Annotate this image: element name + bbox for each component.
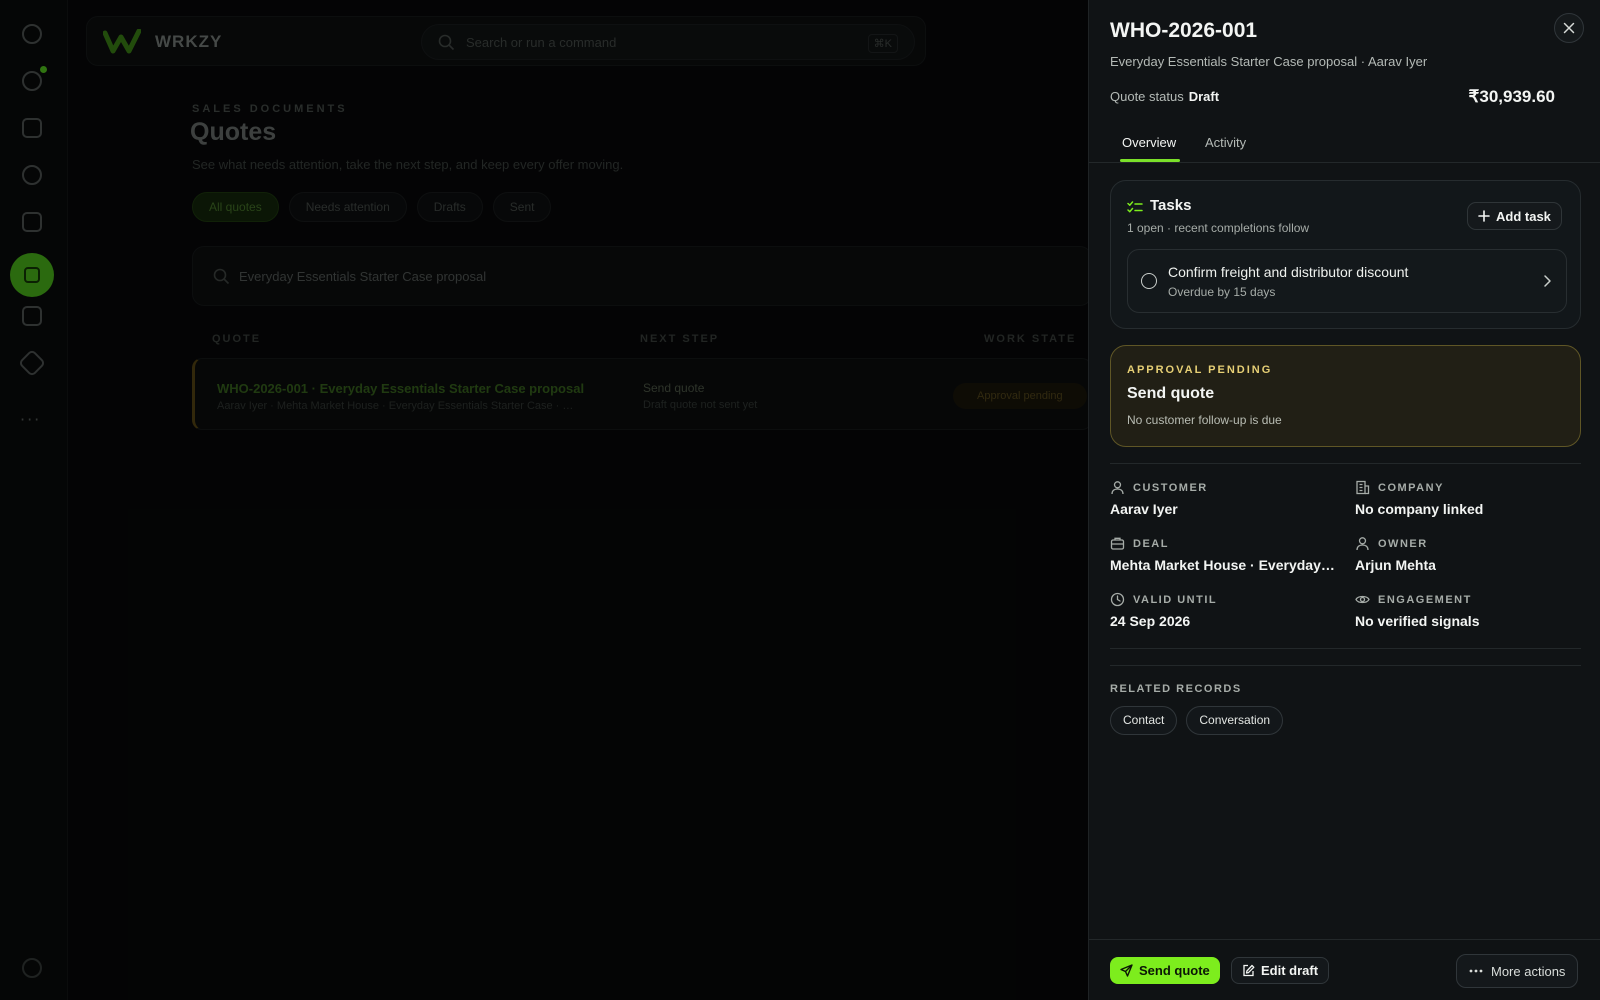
- related-records-label: RELATED RECORDS: [1110, 683, 1242, 695]
- divider: [1110, 463, 1581, 464]
- valid-until-label: VALID UNTIL: [1133, 593, 1218, 606]
- modal-scrim[interactable]: [0, 0, 1088, 1000]
- drawer-footer: Send quote Edit draft More actions: [1089, 939, 1600, 1000]
- company-value: No company linked: [1355, 501, 1484, 517]
- field-deal: DEAL Mehta Market House · Everyday Essen…: [1110, 536, 1340, 574]
- engagement-value: No verified signals: [1355, 613, 1480, 629]
- edit-draft-button[interactable]: Edit draft: [1231, 957, 1330, 984]
- approval-eyebrow: APPROVAL PENDING: [1127, 364, 1273, 376]
- person-icon: [1111, 481, 1124, 495]
- owner-value: Arjun Mehta: [1355, 557, 1436, 573]
- owner-label: OWNER: [1378, 537, 1428, 550]
- status-value: Draft: [1188, 89, 1220, 104]
- related-conversation-chip[interactable]: Conversation: [1186, 706, 1284, 735]
- add-task-button[interactable]: Add task: [1467, 202, 1562, 230]
- divider: [1110, 665, 1581, 666]
- task-title: Confirm freight and distributor discount: [1168, 264, 1409, 280]
- task-due: Overdue by 15 days: [1168, 285, 1276, 299]
- checklist-icon: [1127, 201, 1143, 213]
- deal-label: DEAL: [1133, 537, 1169, 550]
- tasks-title: Tasks: [1150, 197, 1192, 214]
- divider: [1110, 648, 1581, 649]
- drawer-tabs: Overview Activity: [1089, 126, 1600, 163]
- more-actions-button[interactable]: More actions: [1456, 954, 1579, 988]
- plus-icon: [1478, 210, 1490, 222]
- clock-icon: [1110, 592, 1125, 607]
- quote-amount: ₹30,939.60: [1468, 87, 1555, 106]
- ellipsis-icon: [1469, 969, 1483, 973]
- field-customer: CUSTOMER Aarav Iyer: [1110, 480, 1340, 517]
- edit-icon: [1243, 964, 1255, 977]
- deal-value[interactable]: Mehta Market House · Everyday Essentials…: [1110, 557, 1335, 573]
- customer-label: CUSTOMER: [1133, 481, 1208, 494]
- send-icon: [1120, 964, 1133, 977]
- task-item[interactable]: Confirm freight and distributor discount…: [1127, 249, 1567, 313]
- field-valid-until: VALID UNTIL 24 Sep 2026: [1110, 592, 1340, 629]
- related-records: Contact Conversation: [1110, 706, 1284, 735]
- active-tab-indicator: [1120, 159, 1180, 162]
- field-company: COMPANY No company linked: [1355, 480, 1585, 517]
- field-owner: OWNER Arjun Mehta: [1355, 536, 1585, 573]
- add-task-label: Add task: [1496, 208, 1551, 224]
- quote-status: Quote status Draft: [1110, 89, 1219, 104]
- approval-card: APPROVAL PENDING Send quote No customer …: [1110, 345, 1581, 447]
- building-icon: [1356, 480, 1370, 495]
- eye-icon: [1355, 595, 1370, 604]
- engagement-label: ENGAGEMENT: [1378, 593, 1472, 606]
- approval-detail: No customer follow-up is due: [1127, 413, 1282, 427]
- close-icon: [1563, 22, 1575, 34]
- status-label: Quote status: [1110, 89, 1184, 104]
- quote-detail-drawer: WHO-2026-001 Everyday Essentials Starter…: [1088, 0, 1600, 1000]
- customer-value[interactable]: Aarav Iyer: [1110, 501, 1335, 517]
- briefcase-icon: [1110, 537, 1125, 550]
- edit-draft-label: Edit draft: [1261, 963, 1319, 978]
- tasks-summary: 1 open · recent completions follow: [1127, 221, 1310, 235]
- field-engagement: ENGAGEMENT No verified signals: [1355, 592, 1585, 630]
- close-button[interactable]: [1554, 13, 1584, 43]
- drawer-title: WHO-2026-001: [1110, 19, 1258, 42]
- send-quote-button[interactable]: Send quote: [1110, 957, 1220, 984]
- send-quote-label: Send quote: [1139, 963, 1210, 978]
- drawer-subtitle: Everyday Essentials Starter Case proposa…: [1110, 54, 1428, 69]
- task-complete-checkbox[interactable]: [1141, 273, 1157, 289]
- approval-title: Send quote: [1127, 385, 1215, 402]
- person-icon: [1356, 537, 1369, 551]
- more-actions-label: More actions: [1491, 963, 1566, 979]
- tab-overview[interactable]: Overview: [1122, 135, 1176, 150]
- tab-activity[interactable]: Activity: [1205, 135, 1246, 150]
- related-contact-chip[interactable]: Contact: [1110, 706, 1178, 735]
- chevron-right-icon: [1544, 275, 1551, 287]
- tasks-card: Tasks 1 open · recent completions follow…: [1110, 180, 1581, 329]
- valid-until-value: 24 Sep 2026: [1110, 613, 1191, 629]
- company-label: COMPANY: [1378, 481, 1444, 494]
